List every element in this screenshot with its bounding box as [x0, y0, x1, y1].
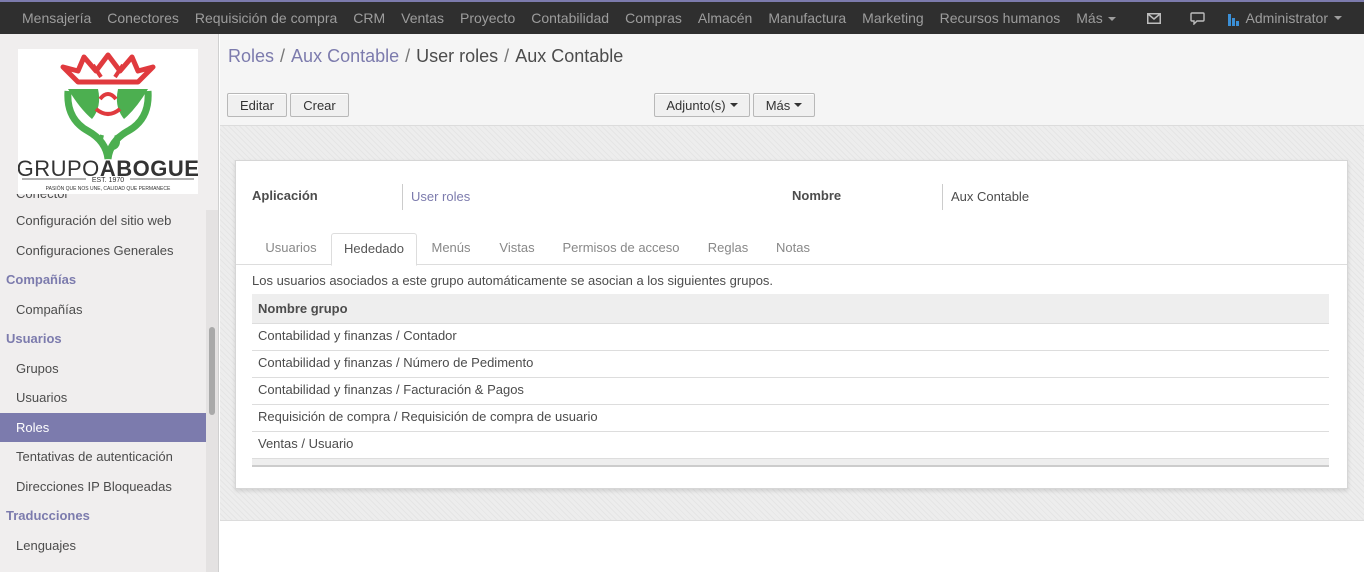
application-label: Aplicación: [252, 188, 318, 203]
table-row[interactable]: Requisición de compra / Requisición de c…: [252, 405, 1329, 432]
breadcrumb: Roles / Aux Contable / User roles / Aux Contab…: [228, 46, 623, 67]
app-menu-almacen[interactable]: Almacén: [690, 10, 760, 26]
table-row[interactable]: Contabilidad y finanzas / Contador: [252, 324, 1329, 351]
app-menu-more-label: Más: [1076, 10, 1103, 26]
app-menu-crm[interactable]: CRM: [345, 10, 393, 26]
logo-tagline: PASIÓN QUE NOS UNE, CALIDAD QUE PERMANEC…: [46, 185, 171, 192]
table-row[interactable]: Contabilidad y finanzas / Número de Pedi…: [252, 351, 1329, 378]
user-avatar-icon: [1227, 14, 1239, 26]
sidebar-header-usuarios: Usuarios: [6, 331, 62, 346]
sidebar-item-roles[interactable]: Roles: [0, 412, 206, 442]
app-menu-conectores[interactable]: Conectores: [99, 10, 187, 26]
breadcrumb-current: Aux Contable: [515, 46, 624, 66]
help-text: Los usuarios asociados a este grupo auto…: [252, 273, 774, 288]
top-navbar: Mensajería Conectores Requisición de com…: [0, 0, 1364, 34]
chevron-down-icon: [794, 103, 803, 107]
chevron-down-icon: [729, 103, 738, 107]
control-panel: Roles / Aux Contable / User roles / Aux Contab…: [220, 34, 1364, 126]
sidebar-item-config-generales[interactable]: Configuraciones Generales: [0, 236, 206, 266]
application-field[interactable]: User roles: [402, 184, 470, 210]
sidebar-menu: Conector Configuración del sitio web Con…: [0, 194, 206, 560]
sidebar-item-sitio-web[interactable]: Configuración del sitio web: [0, 206, 206, 236]
chevron-down-icon: [1334, 16, 1342, 20]
app-menu-ventas[interactable]: Ventas: [393, 10, 452, 26]
sidebar-item-conector[interactable]: Conector: [0, 194, 206, 206]
chat-icon[interactable]: [1176, 2, 1220, 34]
sidebar-header-traducciones: Traducciones: [6, 508, 90, 523]
company-logo: GRUPOABOGUE EST. 1970 PASIÓN QUE NOS UNE…: [17, 49, 199, 194]
breadcrumb-aux-contable[interactable]: Aux Contable: [291, 46, 399, 66]
app-menu-marketing[interactable]: Marketing: [854, 10, 931, 26]
table-footer: [252, 459, 1329, 467]
app-menu-compras[interactable]: Compras: [617, 10, 690, 26]
systray: Administrator: [1132, 2, 1364, 34]
sidebar-item-usuarios[interactable]: Usuarios: [0, 383, 206, 413]
form-tabs: Usuarios Hededado Menús Vistas Permisos …: [236, 233, 1347, 266]
user-menu[interactable]: Administrator: [1220, 10, 1364, 26]
tab-menus[interactable]: Menús: [422, 233, 480, 265]
app-menu-contabilidad[interactable]: Contabilidad: [523, 10, 617, 26]
tab-hededado[interactable]: Hededado: [331, 233, 417, 266]
column-header-nombre-grupo[interactable]: Nombre grupo: [252, 294, 1329, 324]
breadcrumb-separator: /: [280, 46, 286, 66]
user-name: Administrator: [1245, 10, 1328, 26]
attachments-label: Adjunto(s): [666, 97, 726, 113]
sidebar-item-lenguajes[interactable]: Lenguajes: [0, 531, 206, 561]
sidebar-item-companias[interactable]: Compañías: [0, 295, 206, 325]
sidebar-item-grupos[interactable]: Grupos: [0, 354, 206, 384]
sidebar: GRUPOABOGUE EST. 1970 PASIÓN QUE NOS UNE…: [0, 34, 219, 572]
chevron-down-icon: [1107, 17, 1116, 22]
logo-brand-part1: GRUPO: [18, 156, 100, 181]
breadcrumb-separator: /: [405, 46, 411, 66]
table-row[interactable]: Ventas / Usuario: [252, 432, 1329, 459]
sidebar-scrollbar-thumb[interactable]: [209, 327, 215, 415]
breadcrumb-user-roles: User roles: [416, 46, 499, 66]
app-menu-requisicion[interactable]: Requisición de compra: [187, 10, 345, 26]
envelope-icon[interactable]: [1132, 2, 1176, 34]
breadcrumb-roles[interactable]: Roles: [228, 46, 274, 66]
breadcrumb-separator: /: [504, 46, 510, 66]
form-background: Aplicación User roles Nombre Aux Contabl…: [220, 126, 1364, 521]
sidebar-item-ip-bloqueadas[interactable]: Direcciones IP Bloqueadas: [0, 472, 206, 502]
groups-table: Nombre grupo Contabilidad y finanzas / C…: [252, 294, 1329, 467]
name-label: Nombre: [792, 188, 842, 203]
form-sheet: Aplicación User roles Nombre Aux Contabl…: [235, 160, 1348, 489]
app-menu: Mensajería Conectores Requisición de com…: [14, 2, 1124, 34]
table-row[interactable]: Contabilidad y finanzas / Facturación & …: [252, 378, 1329, 405]
main-content: Roles / Aux Contable / User roles / Aux Contab…: [220, 34, 1364, 572]
logo-established: EST. 1970: [92, 177, 124, 184]
tab-permisos[interactable]: Permisos de acceso: [554, 233, 688, 265]
tab-vistas[interactable]: Vistas: [490, 233, 544, 265]
app-menu-more[interactable]: Más: [1068, 10, 1123, 26]
attachments-button[interactable]: Adjunto(s): [654, 93, 750, 117]
more-button[interactable]: Más: [753, 93, 815, 117]
sidebar-header-companias: Compañías: [6, 272, 77, 287]
tab-usuarios[interactable]: Usuarios: [256, 233, 326, 265]
sidebar-item-tentativas[interactable]: Tentativas de autenticación: [0, 442, 206, 472]
name-field[interactable]: Aux Contable: [942, 184, 1029, 210]
app-menu-manufactura[interactable]: Manufactura: [760, 10, 854, 26]
app-menu-mensajeria[interactable]: Mensajería: [14, 10, 99, 26]
tab-notas[interactable]: Notas: [768, 233, 818, 265]
app-menu-rrhh[interactable]: Recursos humanos: [932, 10, 1069, 26]
more-label: Más: [765, 97, 791, 113]
edit-button[interactable]: Editar: [227, 93, 287, 117]
tab-reglas[interactable]: Reglas: [698, 233, 758, 265]
create-button[interactable]: Crear: [290, 93, 349, 117]
app-menu-proyecto[interactable]: Proyecto: [452, 10, 523, 26]
